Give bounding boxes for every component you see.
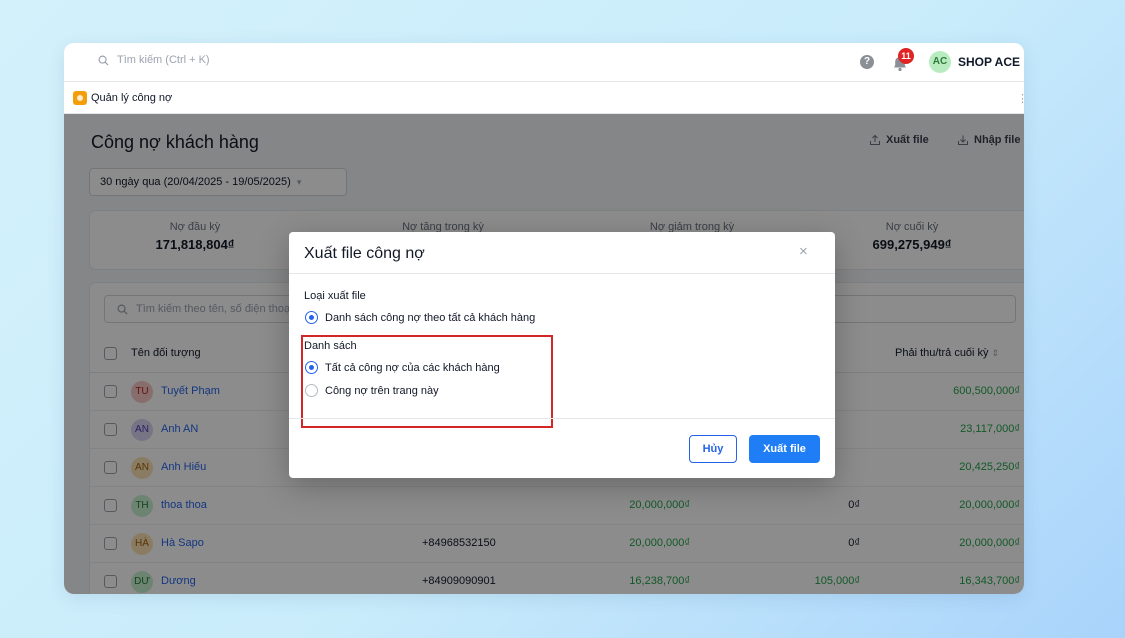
- export-type-radio-all-customers[interactable]: Danh sách công nợ theo tất cả khách hàng: [305, 311, 535, 324]
- list-radio-current-page[interactable]: Công nợ trên trang này: [305, 384, 439, 397]
- radio-unselected-icon: [305, 384, 318, 397]
- export-debt-dialog: Xuất file công nợ × Loại xuất file Danh …: [289, 232, 835, 478]
- close-icon[interactable]: ×: [799, 243, 808, 260]
- search-icon: [98, 55, 109, 66]
- dialog-title: Xuất file công nợ: [304, 245, 425, 262]
- more-icon[interactable]: ⋮: [1017, 92, 1024, 105]
- list-radio-all-debts[interactable]: Tất cả công nợ của các khách hàng: [305, 361, 500, 374]
- tab-bar: Quản lý công nợ ⋮: [64, 82, 1024, 114]
- tab-debt-management[interactable]: Quản lý công nợ: [91, 92, 172, 104]
- cancel-button[interactable]: Hủy: [689, 435, 737, 463]
- divider: [289, 273, 835, 274]
- list-scope-label: Danh sách: [304, 340, 357, 352]
- export-type-label: Loại xuất file: [304, 290, 366, 302]
- top-bar: Tìm kiếm (Ctrl + K) ? 11 AC SHOP ACE: [64, 43, 1024, 82]
- debt-module-icon: [73, 91, 87, 105]
- radio-label: Công nợ trên trang này: [325, 384, 439, 397]
- user-avatar[interactable]: AC: [929, 51, 951, 73]
- radio-selected-icon: [305, 311, 318, 324]
- radio-selected-icon: [305, 361, 318, 374]
- radio-label: Tất cả công nợ của các khách hàng: [325, 361, 500, 374]
- notification-button[interactable]: 11: [891, 48, 914, 73]
- help-icon[interactable]: ?: [860, 55, 874, 69]
- shop-name[interactable]: SHOP ACE: [958, 55, 1020, 69]
- global-search-placeholder: Tìm kiếm (Ctrl + K): [117, 54, 210, 66]
- export-button[interactable]: Xuất file: [749, 435, 820, 463]
- radio-label: Danh sách công nợ theo tất cả khách hàng: [325, 311, 536, 324]
- notification-badge: 11: [898, 48, 914, 64]
- divider: [289, 418, 835, 419]
- global-search[interactable]: Tìm kiếm (Ctrl + K): [98, 54, 210, 66]
